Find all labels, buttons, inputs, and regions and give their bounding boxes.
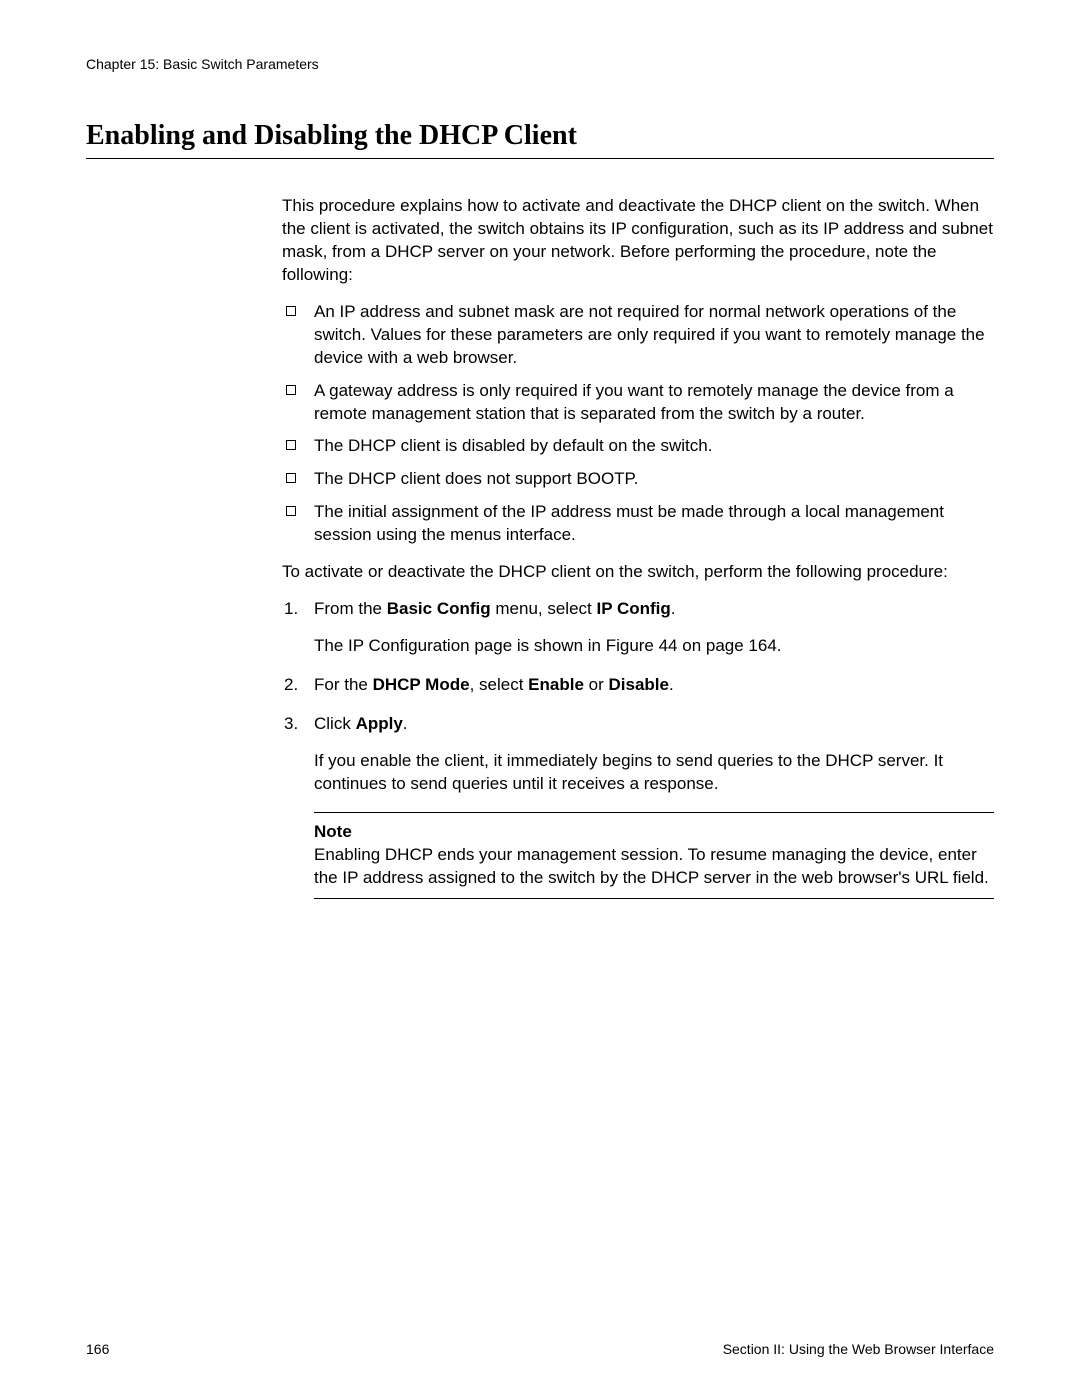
step-text: For the <box>314 675 373 694</box>
chapter-header: Chapter 15: Basic Switch Parameters <box>86 56 994 72</box>
body-column: This procedure explains how to activate … <box>282 195 994 899</box>
note-text: Enabling DHCP ends your management sessi… <box>314 844 994 890</box>
bold: Disable <box>608 675 668 694</box>
note-box: Note Enabling DHCP ends your management … <box>314 812 994 899</box>
step-text: Click <box>314 714 356 733</box>
step-text: . <box>403 714 408 733</box>
list-item: An IP address and subnet mask are not re… <box>282 301 994 370</box>
step-sub: The IP Configuration page is shown in Fi… <box>314 635 994 658</box>
intro-paragraph: This procedure explains how to activate … <box>282 195 994 287</box>
step-text: . <box>669 675 674 694</box>
note-label: Note <box>314 821 994 844</box>
bold: IP Config <box>596 599 670 618</box>
procedure-list: From the Basic Config menu, select IP Co… <box>282 598 994 796</box>
bold: Apply <box>356 714 403 733</box>
list-item: The initial assignment of the IP address… <box>282 501 994 547</box>
list-item: A gateway address is only required if yo… <box>282 380 994 426</box>
step-2: For the DHCP Mode, select Enable or Disa… <box>282 674 994 697</box>
step-sub: If you enable the client, it immediately… <box>314 750 994 796</box>
step-text: menu, select <box>491 599 597 618</box>
section-title: Enabling and Disabling the DHCP Client <box>86 120 994 159</box>
lead-paragraph: To activate or deactivate the DHCP clien… <box>282 561 994 584</box>
section-label: Section II: Using the Web Browser Interf… <box>723 1341 994 1357</box>
bold: Enable <box>528 675 584 694</box>
page: Chapter 15: Basic Switch Parameters Enab… <box>0 0 1080 1397</box>
page-number: 166 <box>86 1341 109 1357</box>
page-footer: 166 Section II: Using the Web Browser In… <box>86 1341 994 1357</box>
step-text: or <box>584 675 609 694</box>
step-text: . <box>671 599 676 618</box>
bold: DHCP Mode <box>373 675 470 694</box>
bold: Basic Config <box>387 599 491 618</box>
step-text: From the <box>314 599 387 618</box>
list-item: The DHCP client is disabled by default o… <box>282 435 994 458</box>
step-3: Click Apply. If you enable the client, i… <box>282 713 994 796</box>
step-1: From the Basic Config menu, select IP Co… <box>282 598 994 658</box>
notes-list: An IP address and subnet mask are not re… <box>282 301 994 547</box>
list-item: The DHCP client does not support BOOTP. <box>282 468 994 491</box>
step-text: , select <box>470 675 529 694</box>
